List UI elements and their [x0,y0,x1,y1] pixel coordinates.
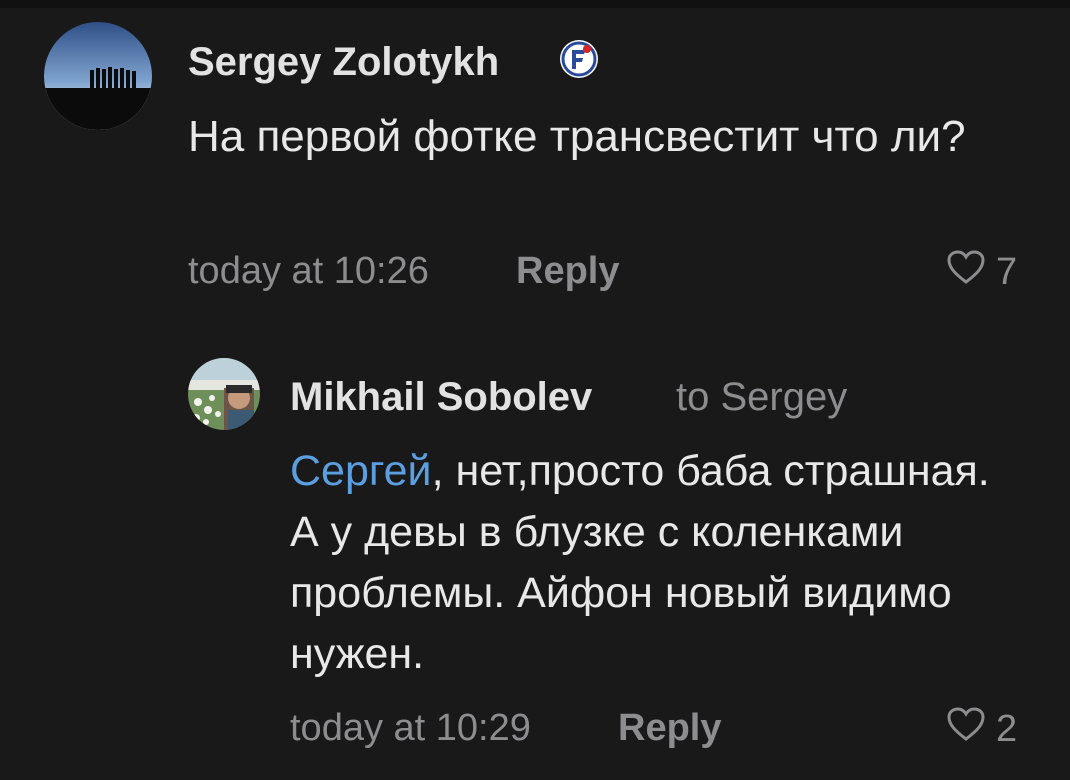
verified-badge-icon [558,38,600,80]
comment-body: На первой фотке трансвестит что ли? [188,112,966,161]
top-strip [0,0,1070,8]
author-name-sergey[interactable]: Sergey Zolotykh [188,40,499,85]
comment-timestamp: today at 10:26 [188,250,429,292]
like-button[interactable]: 7 [946,249,1017,295]
avatar-sergey[interactable] [44,22,152,130]
reply-timestamp: today at 10:29 [290,707,531,749]
reply-button[interactable]: Reply [516,250,619,293]
mention-link[interactable]: Сергей [290,447,432,495]
heart-outline-icon [946,706,986,752]
like-count: 2 [996,707,1018,750]
author-name-mikhail[interactable]: Mikhail Sobolev [290,375,592,420]
heart-outline-icon [946,249,986,295]
avatar-mikhail[interactable] [188,358,260,430]
like-count: 7 [996,250,1018,293]
comment-text-mikhail: Сергей, нет,просто баба страшная. А у де… [290,441,1030,685]
comment-text-sergey: На первой фотке трансвестит что ли? [188,106,1028,167]
like-button[interactable]: 2 [946,706,1017,752]
reply-button[interactable]: Reply [618,707,721,750]
reply-to-target[interactable]: to Sergey [676,375,847,420]
